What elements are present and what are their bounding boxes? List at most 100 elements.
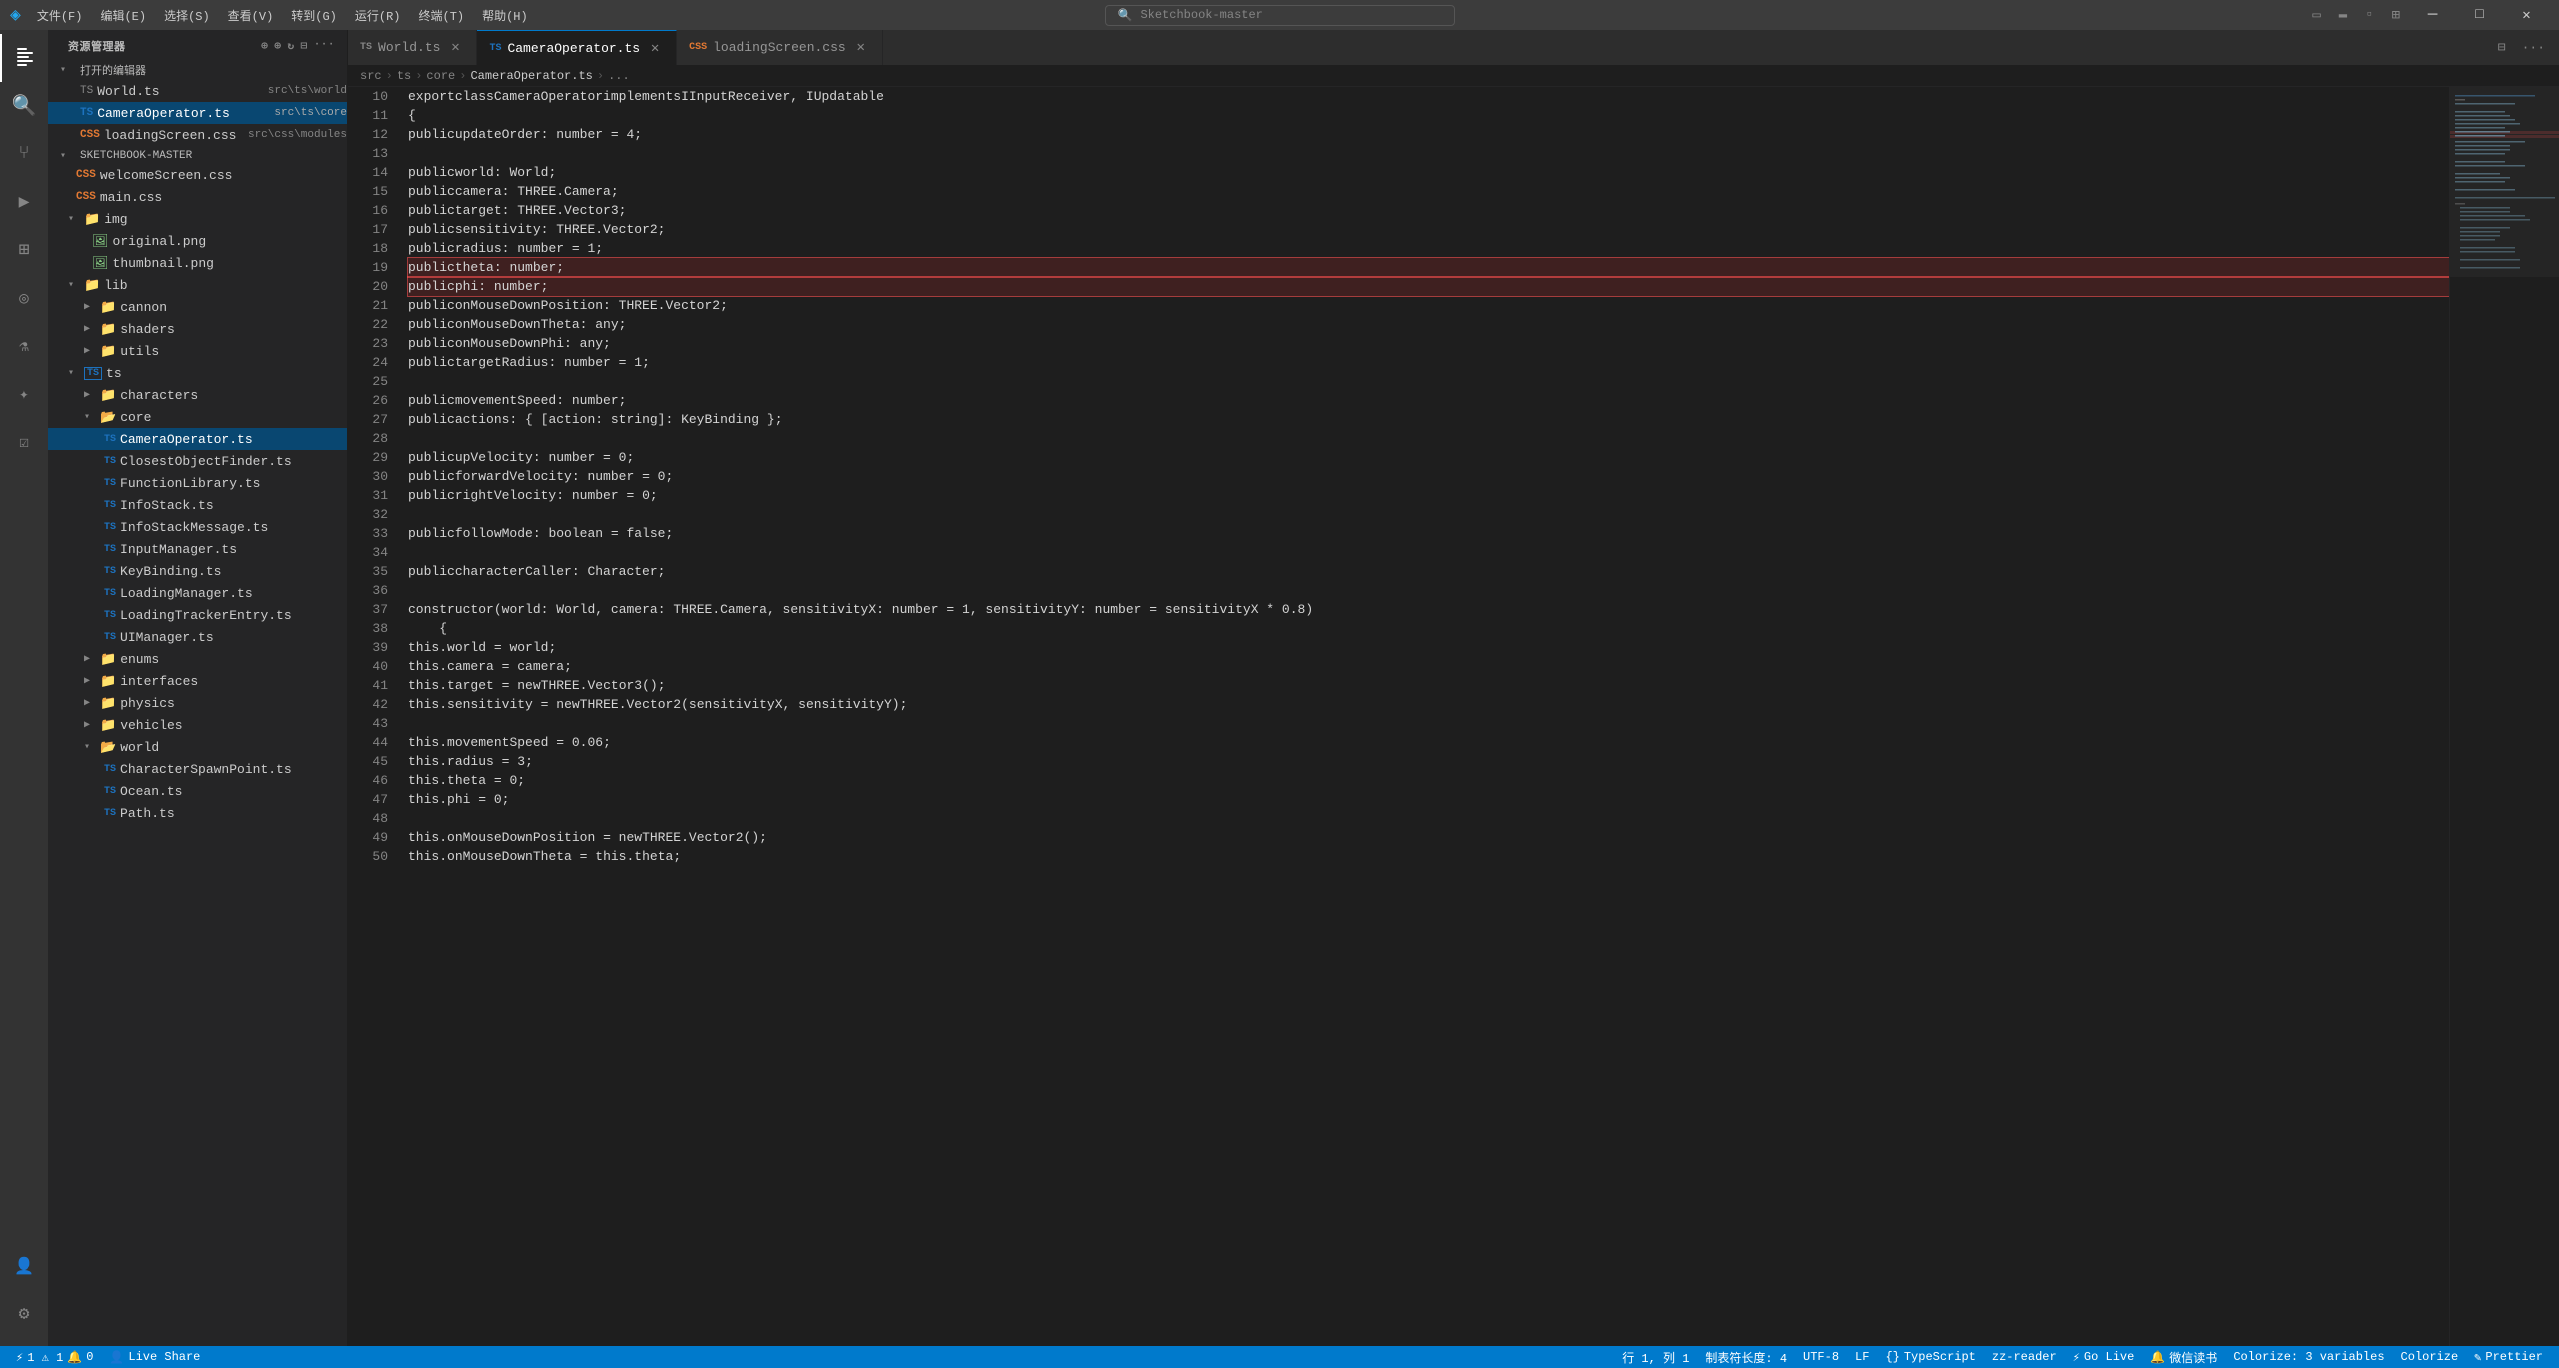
status-errors[interactable]: ⚡ 1 ⚠ 1 🔔 0 [8,1346,101,1368]
sidebar-item-keybinding[interactable]: TS KeyBinding.ts [48,560,347,582]
remote-activity-icon[interactable]: ◎ [0,274,48,322]
sidebar-item-original[interactable]: 🖼 original.png [48,230,347,252]
status-colorize[interactable]: Colorize: 3 variables [2225,1346,2392,1368]
open-editor-world[interactable]: TS World.ts src\ts\world [48,80,347,102]
sidebar-item-characterspawn[interactable]: TS CharacterSpawnPoint.ts [48,758,347,780]
sidebar-item-loadingtracker[interactable]: TS LoadingTrackerEntry.ts [48,604,347,626]
sidebar-item-welcomescreen[interactable]: CSS welcomeScreen.css [48,164,347,186]
open-editor-camera[interactable]: TS CameraOperator.ts src\ts\core [48,102,347,124]
sidebar-item-world[interactable]: ▾ 📂 world [48,736,347,758]
menu-help[interactable]: 帮助(H) [474,5,536,26]
menu-terminal[interactable]: 终端(T) [411,5,473,26]
layout-icon-3[interactable]: ▫ [2357,7,2381,23]
test-activity-icon[interactable]: ⚗ [0,322,48,370]
loadingcss-tab-close[interactable]: ✕ [852,39,870,57]
sidebar-item-closestobject[interactable]: TS ClosestObjectFinder.ts [48,450,347,472]
search-activity-icon[interactable]: 🔍 [0,82,48,130]
status-indent[interactable]: 制表符长度: 4 [1697,1346,1795,1368]
status-encoding[interactable]: UTF-8 [1795,1346,1847,1368]
maximize-button[interactable]: □ [2457,0,2502,30]
status-wechat[interactable]: 🔔 微信读书 [2142,1346,2225,1368]
menu-edit[interactable]: 编辑(E) [92,5,154,26]
cameraop-tab-close[interactable]: ✕ [646,39,664,57]
original-label: original.png [113,234,347,249]
sidebar-item-infostack[interactable]: TS InfoStack.ts [48,494,347,516]
line-number-19: 19 [348,258,388,277]
layout-icon-2[interactable]: ▬ [2331,7,2355,23]
sidebar-item-lib[interactable]: ▾ 📁 lib [48,274,347,296]
project-section[interactable]: ▾ SKETCHBOOK-MASTER [48,146,347,164]
sidebar-item-cameraoperator[interactable]: TS CameraOperator.ts [48,428,347,450]
new-folder-icon[interactable]: ⊕ [274,39,281,53]
status-liveshare[interactable]: 👤 Live Share [101,1346,208,1368]
sidebar-item-cannon[interactable]: ▶ 📁 cannon [48,296,347,318]
extensions-activity-icon[interactable]: ⊞ [0,226,48,274]
todo-activity-icon[interactable]: ☑ [0,418,48,466]
sidebar-item-path[interactable]: TS Path.ts [48,802,347,824]
breadcrumb-ts[interactable]: ts [397,69,411,83]
status-language[interactable]: {} TypeScript [1877,1346,1983,1368]
gitlens-activity-icon[interactable]: ✦ [0,370,48,418]
close-button[interactable]: ✕ [2504,0,2549,30]
sidebar-item-infostackmsg[interactable]: TS InfoStackMessage.ts [48,516,347,538]
sidebar-item-ts[interactable]: ▾ TS ts [48,362,347,384]
settings-activity-icon[interactable]: ⚙ [0,1290,48,1338]
layout-icon-1[interactable]: ▭ [2304,7,2328,24]
keybinding-icon: TS [104,566,116,577]
worldts-tab-close[interactable]: ✕ [446,39,464,57]
accounts-activity-icon[interactable]: 👤 [0,1242,48,1290]
status-zzreader[interactable]: zz-reader [1984,1346,2065,1368]
debug-activity-icon[interactable]: ▶ [0,178,48,226]
sidebar-item-img[interactable]: ▾ 📁 img [48,208,347,230]
sidebar-item-functionlib[interactable]: TS FunctionLibrary.ts [48,472,347,494]
explorer-activity-icon[interactable] [0,34,48,82]
layout-icon-4[interactable]: ⊞ [2384,7,2408,24]
sidebar-item-physics[interactable]: ▶ 📁 physics [48,692,347,714]
minimize-button[interactable]: ─ [2410,0,2455,30]
sidebar-item-inputmgr[interactable]: TS InputManager.ts [48,538,347,560]
sidebar-item-uimgr[interactable]: TS UIManager.ts [48,626,347,648]
code-content[interactable]: export class CameraOperator implements I… [400,87,2449,1346]
tab-worldts[interactable]: TS World.ts ✕ [348,30,477,65]
sidebar-item-loadingmgr[interactable]: TS LoadingManager.ts [48,582,347,604]
sidebar-item-maincss[interactable]: CSS main.css [48,186,347,208]
sidebar-item-interfaces[interactable]: ▶ 📁 interfaces [48,670,347,692]
sidebar-item-shaders[interactable]: ▶ 📁 shaders [48,318,347,340]
collapse-icon[interactable]: ⊟ [301,39,308,53]
status-prettier[interactable]: ✎ Prettier [2466,1346,2551,1368]
search-box[interactable]: 🔍 Sketchbook-master [1105,5,1455,26]
menu-run[interactable]: 运行(R) [347,5,409,26]
new-file-icon[interactable]: ⊕ [261,39,268,53]
sidebar-item-utils[interactable]: ▶ 📁 utils [48,340,347,362]
open-editor-loading[interactable]: CSS loadingScreen.css src\css\modules [48,124,347,146]
sidebar-item-enums[interactable]: ▶ 📁 enums [48,648,347,670]
breadcrumb-src[interactable]: src [360,69,382,83]
language-label: TypeScript [1904,1350,1976,1364]
open-editors-section[interactable]: ▾ 打开的编辑器 [48,58,347,80]
tab-cameraoperator[interactable]: TS CameraOperator.ts ✕ [477,30,677,65]
status-eol[interactable]: LF [1847,1346,1877,1368]
breadcrumb-symbol[interactable]: ... [608,69,630,83]
split-editor-icon[interactable]: ⊟ [2492,40,2512,55]
sidebar-item-characters[interactable]: ▶ 📁 characters [48,384,347,406]
sidebar-item-ocean[interactable]: TS Ocean.ts [48,780,347,802]
refresh-icon[interactable]: ↻ [287,39,294,53]
breadcrumb-file[interactable]: CameraOperator.ts [470,69,592,83]
tab-loadingscreen[interactable]: CSS loadingScreen.css ✕ [677,30,883,65]
menu-select[interactable]: 选择(S) [156,5,218,26]
scm-activity-icon[interactable]: ⑂ [0,130,48,178]
sidebar-item-core[interactable]: ▾ 📂 core [48,406,347,428]
more-icon[interactable]: ··· [314,39,335,53]
status-position[interactable]: 行 1, 列 1 [1614,1346,1697,1368]
menu-goto[interactable]: 转到(G) [283,5,345,26]
sidebar-item-vehicles[interactable]: ▶ 📁 vehicles [48,714,347,736]
minimap[interactable] [2449,87,2559,1346]
menu-file[interactable]: 文件(F) [29,5,91,26]
more-tabs-icon[interactable]: ··· [2516,40,2551,55]
menu-view[interactable]: 查看(V) [220,5,282,26]
status-golive[interactable]: ⚡ Go Live [2065,1346,2143,1368]
breadcrumb-core[interactable]: core [426,69,455,83]
sidebar-item-thumbnail[interactable]: 🖼 thumbnail.png [48,252,347,274]
status-colorize2[interactable]: Colorize [2393,1346,2467,1368]
code-editor[interactable]: 1011121314151617181920212223242526272829… [348,87,2559,1346]
